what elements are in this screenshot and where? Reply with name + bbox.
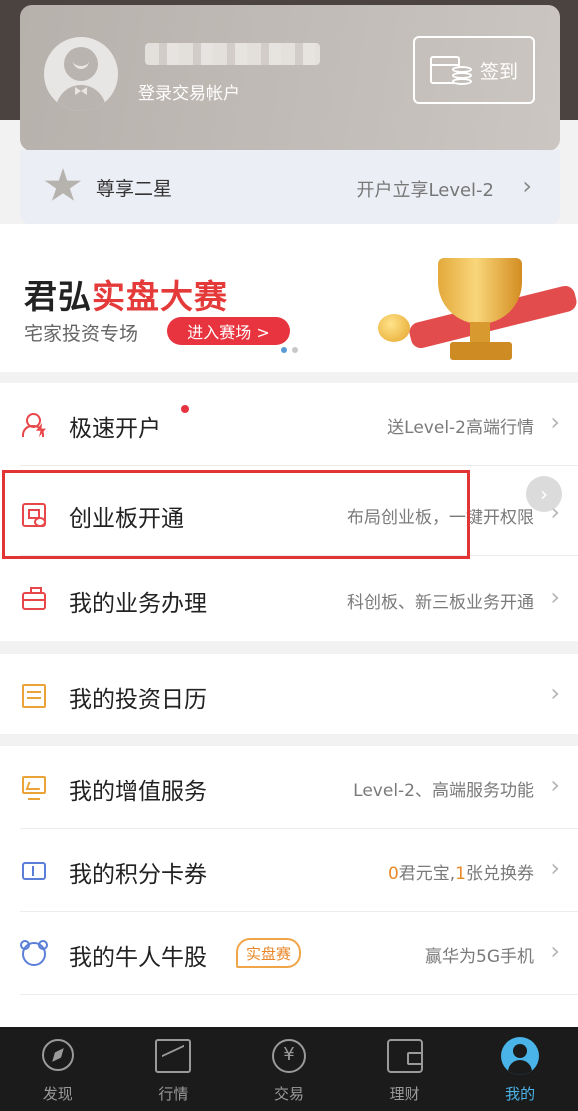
tab-me[interactable]: 我的 (462, 1027, 578, 1111)
contest-tag: 实盘赛 (236, 938, 302, 968)
tab-label: 行情 (158, 1085, 189, 1103)
list-item-desc: Level-2、高端服务功能 (353, 781, 534, 801)
calendar-coins-icon (429, 52, 472, 88)
list-item-quick-account[interactable]: 极速开户 送Level-2高端行情 › (0, 383, 578, 466)
list-item-investment-calendar[interactable]: 我的投资日历 › (0, 654, 578, 737)
tab-label: 我的 (505, 1085, 536, 1103)
tab-discover[interactable]: 发现 (0, 1027, 116, 1111)
banner-title: 君弘实盘大赛 (24, 277, 228, 316)
tab-market[interactable]: 行情 (116, 1027, 232, 1111)
list-item-value-added[interactable]: 我的增值服务 Level-2、高端服务功能 › (0, 746, 578, 829)
avatar[interactable] (44, 37, 118, 111)
profile-page: 登录交易帐户 签到 尊享二星 开户立享Level-2 › 君弘实盘大赛 宅家投资… (0, 0, 578, 1111)
briefcase-icon (22, 587, 46, 610)
list-item-business[interactable]: 我的业务办理 科创板、新三板业务开通 › (0, 558, 578, 641)
level2-promo: 开户立享Level-2 (356, 180, 494, 201)
calendar-icon (22, 684, 46, 708)
member-level-title: 尊享二星 (96, 178, 173, 200)
yen-exchange-icon: ¥ (271, 1039, 306, 1073)
tab-label: 理财 (389, 1085, 420, 1103)
monitor-chart-icon (22, 776, 46, 800)
list-item-label: 我的牛人牛股 (69, 945, 207, 971)
chevron-right-icon: › (550, 679, 560, 707)
profile-card[interactable]: 登录交易帐户 签到 (20, 5, 560, 151)
wallet-icon (386, 1039, 423, 1073)
compass-icon (41, 1039, 74, 1071)
calendar-list: 我的投资日历 › (0, 654, 578, 734)
trophy-icon (378, 244, 578, 372)
list-item-expert-stocks[interactable]: 我的牛人牛股 实盘赛 赢华为5G手机 › (0, 912, 578, 995)
chart-icon (155, 1039, 192, 1073)
sign-in-label: 签到 (479, 60, 518, 83)
blurred-username (145, 43, 320, 65)
user-icon (501, 1037, 540, 1075)
list-item-desc: 赢华为5G手机 (425, 947, 534, 967)
star-icon (44, 168, 82, 201)
person-bolt-icon (22, 413, 46, 437)
carousel-indicator (281, 347, 298, 353)
sign-in-button[interactable]: 签到 (413, 36, 535, 104)
member-level-bar[interactable]: 尊享二星 开户立享Level-2 › (20, 150, 560, 224)
list-item-label: 我的投资日历 (69, 687, 207, 713)
chevron-right-icon: › (550, 771, 560, 799)
tab-trade[interactable]: ¥ 交易 (231, 1027, 347, 1111)
chevron-right-icon: › (550, 583, 560, 611)
enter-contest-button[interactable]: 进入赛场 > (167, 317, 290, 345)
tab-label: 发现 (42, 1085, 73, 1103)
chevron-right-icon: › (550, 408, 560, 436)
bottom-navigation: 发现 行情 ¥ 交易 理财 我的 (0, 1027, 578, 1111)
chevron-right-icon: › (550, 937, 560, 965)
notification-dot (181, 405, 189, 413)
chevron-right-icon: › (550, 854, 560, 882)
banner-subtitle: 宅家投资专场 (24, 323, 139, 345)
contest-banner[interactable]: 君弘实盘大赛 宅家投资专场 进入赛场 > (0, 224, 578, 372)
list-item-desc: 科创板、新三板业务开通 (347, 593, 534, 613)
list-item-label: 我的积分卡券 (69, 862, 207, 888)
floating-expand-button[interactable]: › (526, 476, 562, 512)
highlight-annotation-box (2, 470, 470, 559)
tab-wealth[interactable]: 理财 (347, 1027, 463, 1111)
value-services-list: 我的增值服务 Level-2、高端服务功能 › 我的积分卡券 0君元宝,1张兑换… (0, 746, 578, 1036)
list-item-label: 我的增值服务 (69, 779, 207, 805)
list-item-points-coupons[interactable]: 我的积分卡券 0君元宝,1张兑换券 › (0, 829, 578, 912)
cow-icon (20, 940, 48, 966)
login-account-link[interactable]: 登录交易帐户 (138, 79, 240, 104)
list-item-desc: 0君元宝,1张兑换券 (387, 864, 534, 884)
tab-label: 交易 (273, 1085, 304, 1103)
list-item-desc: 送Level-2高端行情 (387, 418, 534, 438)
list-item-label: 极速开户 (69, 416, 161, 442)
chevron-right-icon: › (522, 172, 532, 200)
list-item-label: 我的业务办理 (69, 591, 207, 617)
ticket-icon (22, 862, 46, 880)
